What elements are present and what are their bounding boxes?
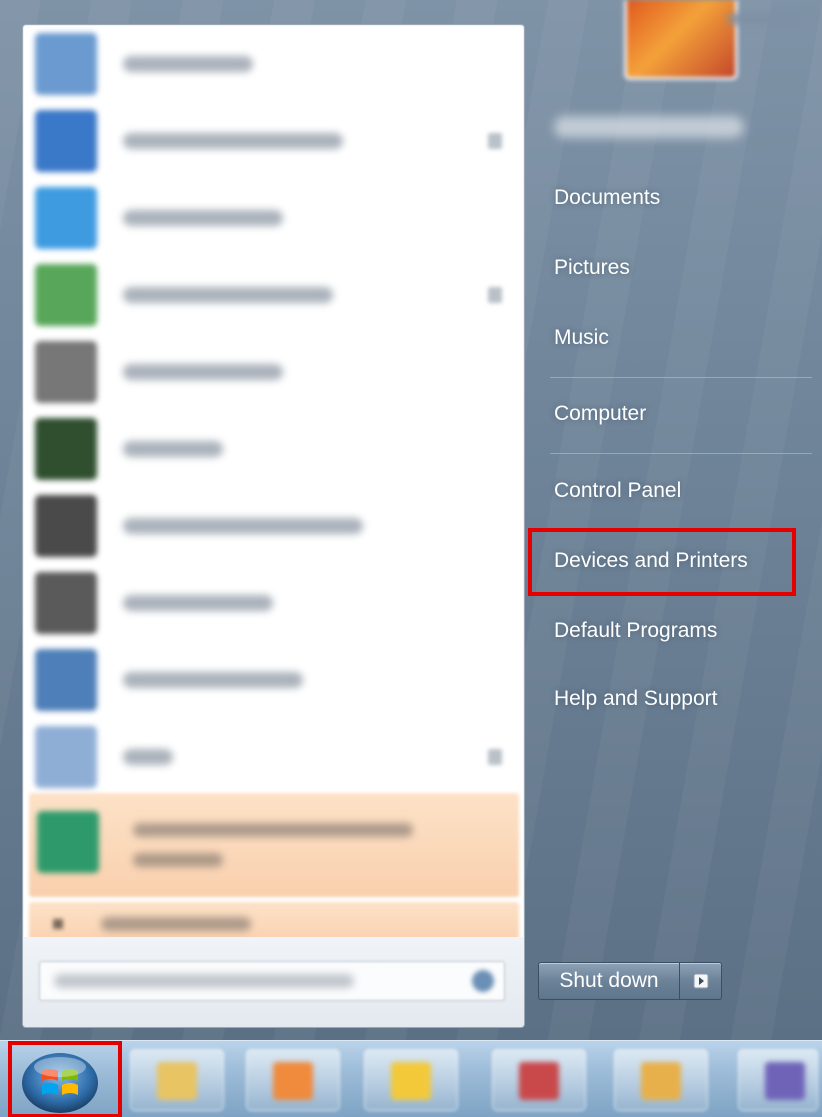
program-label (123, 209, 283, 226)
app-icon (35, 263, 97, 326)
taskbar-app-button[interactable] (614, 1049, 708, 1111)
app-icon (35, 109, 97, 172)
app-icon (35, 417, 97, 480)
app-icon (35, 725, 97, 788)
jump-list-arrow-icon[interactable] (488, 132, 502, 149)
all-programs-arrow-icon (53, 919, 63, 929)
media-icon (273, 1062, 313, 1100)
separator (550, 453, 812, 454)
program-label (123, 440, 223, 457)
program-label (123, 671, 303, 688)
link-pictures[interactable]: Pictures (528, 238, 818, 298)
program-item[interactable] (23, 641, 524, 718)
link-control-panel[interactable]: Control Panel (528, 461, 818, 521)
user-name[interactable] (554, 116, 744, 138)
program-item[interactable] (23, 25, 524, 102)
taskbar-app-button[interactable] (738, 1049, 818, 1111)
app-icon (35, 648, 97, 711)
program-label (123, 363, 283, 380)
program-item[interactable] (23, 487, 524, 564)
devices-and-printers-highlight (528, 528, 796, 596)
link-help-and-support[interactable]: Help and Support (528, 669, 818, 729)
app-icon (35, 494, 97, 557)
link-default-programs[interactable]: Default Programs (528, 601, 818, 661)
browser-icon (391, 1062, 431, 1100)
folder-icon (157, 1062, 197, 1100)
app-icon (519, 1062, 559, 1100)
search-input[interactable] (39, 961, 505, 1001)
app-icon (35, 186, 97, 249)
jump-list-arrow-icon[interactable] (488, 748, 502, 765)
search-area (23, 937, 524, 1027)
app-icon (35, 571, 97, 634)
program-label (123, 517, 363, 534)
program-label (123, 748, 173, 765)
app-icon (765, 1062, 805, 1100)
program-item[interactable] (23, 564, 524, 641)
shutdown-button[interactable]: Shut down (538, 962, 680, 1000)
recent-program-icon (37, 811, 99, 873)
all-programs-label (101, 917, 251, 931)
program-label (123, 594, 273, 611)
link-computer[interactable]: Computer (528, 384, 818, 444)
program-list (23, 25, 524, 795)
shutdown-hint (728, 14, 812, 24)
triangle-right-icon (693, 973, 708, 989)
recent-program-item[interactable] (29, 793, 519, 897)
recent-program-label (133, 823, 413, 837)
taskbar-app-button[interactable] (492, 1049, 586, 1111)
start-button-highlight (8, 1041, 122, 1117)
link-documents[interactable]: Documents (528, 168, 818, 228)
taskbar-app-button[interactable] (364, 1049, 458, 1111)
program-item[interactable] (23, 179, 524, 256)
programs-pane (22, 24, 525, 1028)
program-label (123, 132, 343, 149)
search-placeholder (54, 974, 354, 988)
taskbar-app-button[interactable] (246, 1049, 340, 1111)
link-music[interactable]: Music (528, 308, 818, 368)
shutdown-control: Shut down (538, 962, 722, 1000)
shutdown-options-button[interactable] (680, 962, 722, 1000)
program-label (123, 55, 253, 72)
app-icon (35, 32, 97, 95)
program-label (123, 286, 333, 303)
program-item[interactable] (23, 718, 524, 795)
jump-list-arrow-icon[interactable] (488, 286, 502, 303)
places-pane: Documents Pictures Music Computer Contro… (528, 0, 822, 1040)
taskbar (0, 1040, 822, 1117)
recent-program-label (133, 853, 223, 867)
program-item[interactable] (23, 256, 524, 333)
program-item[interactable] (23, 102, 524, 179)
search-icon[interactable] (472, 970, 494, 992)
program-item[interactable] (23, 410, 524, 487)
taskbar-app-button[interactable] (130, 1049, 224, 1111)
user-avatar[interactable] (624, 0, 738, 80)
app-icon (35, 340, 97, 403)
app-icon (641, 1062, 681, 1100)
program-item[interactable] (23, 333, 524, 410)
separator (550, 377, 812, 378)
